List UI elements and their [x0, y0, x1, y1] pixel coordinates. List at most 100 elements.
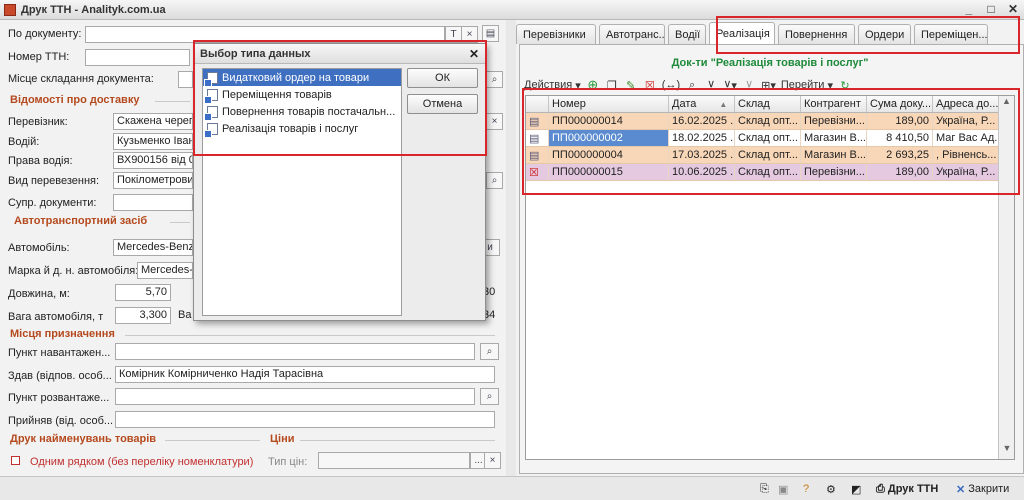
text-type-button[interactable]: T: [445, 26, 462, 43]
minimize-button[interactable]: _: [962, 2, 976, 16]
vid-perevez-label: Вид перевезення:: [8, 175, 100, 187]
document-icon: [204, 88, 218, 103]
punkt-navant-field[interactable]: [115, 343, 475, 360]
refresh-icon[interactable]: ↻: [838, 77, 852, 93]
tab-peremishchennia[interactable]: Переміщен...: [914, 24, 988, 44]
table-row[interactable]: ▤ ПП000000014 16.02.2025 ... Склад опт... Пе…: [526, 113, 1014, 130]
table-row[interactable]: ▤ ПП000000002 18.02.2025 ... Склад опт... Ма…: [526, 130, 1014, 147]
punkt-rozvant-field[interactable]: [115, 388, 475, 405]
data-type-item[interactable]: Повернення товарів постачальн...: [203, 103, 401, 120]
add-icon[interactable]: ⊕: [586, 77, 600, 93]
refresh-list-icon[interactable]: (↔): [662, 77, 680, 93]
vertical-scrollbar[interactable]: ▲ ▼: [998, 96, 1014, 459]
header-data[interactable]: Дата ▲: [669, 96, 735, 112]
actions-menu[interactable]: Действия ▾: [524, 77, 581, 93]
tab-vodii[interactable]: Водії: [668, 24, 706, 44]
help-icon[interactable]: ?: [803, 481, 809, 497]
scroll-up-icon[interactable]: ▲: [999, 96, 1014, 112]
open-doc-icon[interactable]: ▤: [482, 25, 499, 42]
perevoznik-clear-button[interactable]: ×: [486, 113, 503, 130]
filter-icon[interactable]: ⊻: [704, 77, 718, 93]
prava-label: Права водія:: [8, 155, 73, 167]
edit-icon[interactable]: ✎: [624, 77, 638, 93]
zdav-field[interactable]: Комірник Комірниченко Надія Тарасівна: [115, 366, 495, 383]
close-window-button[interactable]: ✕: [1006, 2, 1020, 16]
copy-icon[interactable]: ❐: [605, 77, 619, 93]
info-icon[interactable]: ◩: [851, 481, 861, 497]
punkt-rozvant-search-icon[interactable]: ⌕: [480, 388, 499, 405]
punkt-navant-search-icon[interactable]: ⌕: [480, 343, 499, 360]
close-button[interactable]: ✕ Закрити: [956, 481, 1009, 497]
avtomobil-field[interactable]: Mercedes-Benz A: [113, 239, 193, 256]
supr-field[interactable]: [113, 194, 193, 211]
perevoznik-field[interactable]: Скажена череп: [113, 113, 193, 130]
vaga-label: Вага автомобіля, т: [8, 311, 104, 323]
tab-perevoznyky[interactable]: Перевізники: [516, 24, 596, 44]
vid-perevez-field[interactable]: Покілометрови: [113, 172, 193, 189]
data-type-item[interactable]: Реалізація товарів і послуг: [203, 120, 401, 137]
vodiy-label: Водій:: [8, 136, 40, 148]
marka-label: Марка й д. н. автомобіля:: [8, 265, 139, 277]
misce-field[interactable]: [178, 71, 193, 88]
structure-icon[interactable]: ⊞▾: [761, 77, 776, 93]
header-data-label: Дата: [672, 98, 697, 110]
table-row[interactable]: ☒ ПП000000015 10.06.2025 ... Склад опт... Пе…: [526, 164, 1014, 181]
goto-label: Перейти: [780, 79, 825, 91]
delete-icon[interactable]: ☒: [643, 77, 657, 93]
po-dokumentu-field[interactable]: [85, 26, 445, 43]
tab-realizatsiia[interactable]: Реалізація: [709, 22, 775, 44]
save-icon[interactable]: ▣: [778, 481, 788, 497]
pryiniav-field[interactable]: [115, 411, 495, 428]
data-type-item[interactable]: Переміщення товарів: [203, 86, 401, 103]
header-kontragent[interactable]: Контрагент: [801, 96, 867, 112]
filter-by-value-icon[interactable]: ⊻▾: [723, 77, 737, 93]
nomer-ttn-field[interactable]: [85, 49, 190, 66]
table-cell-adr: Україна, Р...: [933, 113, 999, 129]
marka-field[interactable]: Mercedes-E: [137, 262, 193, 279]
header-suma[interactable]: Сума доку...: [867, 96, 933, 112]
table-cell-adr: Маг Вас Ад...: [933, 130, 999, 146]
odnym-checkbox[interactable]: [11, 456, 20, 465]
perevoznik-label: Перевізник:: [8, 116, 68, 128]
window-title: Друк ТТН - Analityk.com.ua: [21, 3, 166, 16]
vid-perevez-search-icon[interactable]: ⌕: [486, 172, 503, 189]
vaga-extra-label: Ва: [178, 309, 192, 321]
nomer-ttn-label: Номер ТТН:: [8, 51, 70, 63]
tab-panel-realizatsiia: Док-ти "Реалізація товарів і послуг" Дей…: [519, 44, 1024, 474]
prava-field[interactable]: ВХ900156 від 01.: [113, 152, 193, 169]
avto-section-title: Автотранспортний засіб: [14, 215, 148, 227]
maximize-button[interactable]: □: [984, 2, 998, 16]
clear-button[interactable]: ×: [461, 26, 478, 43]
header-nomer[interactable]: Номер: [549, 96, 669, 112]
goto-menu[interactable]: Перейти ▾: [781, 77, 833, 93]
vaga-field[interactable]: 3,300: [115, 307, 171, 324]
misce-search-icon[interactable]: ⌕: [486, 71, 503, 88]
print-ttn-button[interactable]: ⎙ Друк ТТН: [876, 481, 938, 497]
typ-tsin-field[interactable]: [318, 452, 470, 469]
tab-avtotrans[interactable]: Автотранс...: [599, 24, 665, 44]
clear-filter-icon[interactable]: ⊻: [742, 77, 756, 93]
data-type-list: Видатковий ордер на товари Переміщення т…: [202, 68, 402, 316]
cancel-button[interactable]: Отмена: [407, 94, 478, 114]
export-icon[interactable]: ⎘: [760, 481, 769, 497]
table-cell-kontr: Перевізни...: [801, 113, 867, 129]
table-cell-sklad: Склад опт...: [735, 164, 801, 180]
bottom-bar: ⎘ ▣ ? ⚙ ◩ ⎙ Друк ТТН ✕ Закрити: [0, 476, 1024, 500]
dovzhyna-field[interactable]: 5,70: [115, 284, 171, 301]
table-cell-suma: 8 410,50: [867, 130, 933, 146]
header-sklad[interactable]: Склад: [735, 96, 801, 112]
header-adresa[interactable]: Адреса до...: [933, 96, 999, 112]
typ-tsin-clear-button[interactable]: ×: [484, 452, 501, 469]
table-row[interactable]: ▤ ПП000000004 17.03.2025 ... Склад опт... Ма…: [526, 147, 1014, 164]
zdav-label: Здав (відпов. особ...: [8, 370, 112, 382]
scroll-down-icon[interactable]: ▼: [999, 443, 1015, 459]
ok-button[interactable]: ОК: [407, 68, 478, 88]
find-icon[interactable]: ⌕: [685, 77, 699, 93]
vodiy-field[interactable]: Кузьменко Іван: [113, 133, 193, 150]
tab-povernennia[interactable]: Повернення: [778, 24, 855, 44]
table-cell-adr: Україна, Р...: [933, 164, 999, 180]
data-type-item[interactable]: Видатковий ордер на товари: [203, 69, 401, 86]
settings-icon[interactable]: ⚙: [826, 481, 836, 497]
dialog-close-icon[interactable]: ✕: [469, 47, 479, 61]
tab-ordery[interactable]: Ордери: [858, 24, 911, 44]
